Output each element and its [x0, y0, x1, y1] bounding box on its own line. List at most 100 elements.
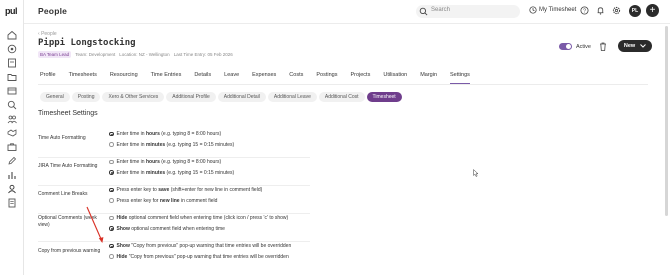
tab-profile[interactable]: Profile	[40, 70, 56, 84]
scrollbar[interactable]	[665, 26, 668, 216]
add-button[interactable]: +	[646, 4, 659, 17]
bell-icon[interactable]	[596, 6, 605, 15]
app-logo[interactable]: pul	[5, 6, 18, 16]
option-text-bold: minutes	[145, 141, 166, 148]
option-text-bold: hours	[145, 159, 160, 165]
clients-icon[interactable]	[7, 58, 17, 68]
new-button[interactable]: New	[618, 40, 652, 52]
handshake-icon[interactable]	[7, 128, 17, 138]
setting-option[interactable]: Hide "Copy from previous" pop-up warning…	[109, 254, 289, 260]
option-text-post: optional comment field when entering tim…	[129, 225, 225, 232]
reports-icon[interactable]	[7, 170, 17, 180]
setting-label: Optional Comments (week view)	[38, 215, 97, 228]
row-divider	[38, 185, 310, 186]
tab-expenses[interactable]: Expenses	[252, 70, 276, 84]
subtab-general[interactable]: General	[40, 92, 70, 102]
last-entry-text: Last Time Entry: 05 Feb 2026	[173, 52, 233, 57]
radio-button[interactable]	[109, 215, 114, 221]
subtab-additional-leave[interactable]: Additional Leave	[267, 92, 317, 102]
location-text: Location: NZ - Wellington	[119, 52, 170, 57]
tab-resourcing[interactable]: Resourcing	[110, 70, 138, 84]
radio-button[interactable]	[109, 170, 114, 175]
radio-button[interactable]	[109, 187, 114, 193]
option-text: Show "Copy from previous" pop-up warning…	[117, 243, 292, 249]
gear-icon[interactable]	[612, 6, 621, 15]
my-timesheet-button[interactable]: My Timesheet	[529, 6, 576, 14]
subtab-additional-detail[interactable]: Additional Detail	[217, 92, 266, 102]
setting-option[interactable]: Enter time in hours (e.g. typing 8 = 8:0…	[109, 159, 221, 165]
subtab-xero-other-services[interactable]: Xero & Other Services	[102, 92, 165, 102]
folder-icon[interactable]	[7, 72, 17, 82]
setting-option[interactable]: Hide optional comment field when enterin…	[109, 215, 288, 221]
option-text: Enter time in hours (e.g. typing 8 = 8:0…	[117, 131, 222, 137]
active-toggle[interactable]	[559, 43, 572, 50]
option-text-bold: Hide	[116, 215, 128, 221]
documents-icon[interactable]	[7, 198, 17, 208]
tab-timesheets[interactable]: Timesheets	[69, 70, 97, 84]
option-text-post: (shift+enter for new line in comment fie…	[169, 187, 263, 193]
option-text-post: (e.g. typing 8 = 8:00 hours)	[159, 159, 222, 165]
edit-icon[interactable]	[7, 156, 17, 166]
tab-projects[interactable]: Projects	[350, 70, 370, 84]
people-icon[interactable]	[7, 184, 17, 194]
mouse-cursor-icon	[473, 169, 479, 177]
setting-option[interactable]: Enter time in hours (e.g. typing 8 = 8:0…	[109, 131, 221, 137]
settings-section-title: Timesheet Settings	[38, 110, 98, 117]
option-text-pre: Press enter key for	[116, 197, 160, 204]
radio-button[interactable]	[109, 142, 114, 147]
setting-option[interactable]: Enter time in minutes (e.g. typing 15 = …	[109, 170, 234, 176]
subtab-posting[interactable]: Posting	[71, 92, 101, 102]
option-text: Press enter key to save (shift+enter for…	[117, 187, 263, 193]
search-icon	[419, 7, 428, 16]
tab-utilisation[interactable]: Utilisation	[383, 70, 407, 84]
setting-option[interactable]: Press enter key for new line in comment …	[109, 198, 217, 204]
tab-postings[interactable]: Postings	[316, 70, 337, 84]
radio-button[interactable]	[109, 254, 114, 259]
subtab-additional-cost[interactable]: Additional Cost	[318, 92, 365, 102]
trash-icon[interactable]	[599, 42, 607, 51]
search-placeholder: Search	[431, 7, 451, 13]
svg-text:?: ?	[583, 8, 586, 14]
tab-time-entries[interactable]: Time Entries	[151, 70, 182, 84]
people-group-icon[interactable]	[7, 114, 17, 124]
invoice-icon[interactable]	[7, 86, 17, 96]
setting-label: Copy from previous warning	[38, 248, 101, 254]
option-text-bold: minutes	[145, 169, 166, 176]
setting-label: Comment Line Breaks	[38, 191, 88, 197]
option-text-post: (e.g. typing 15 = 0:15 minutes)	[165, 141, 235, 148]
avatar[interactable]: PL	[629, 5, 641, 17]
setting-option[interactable]: Show optional comment field when enterin…	[109, 226, 225, 232]
radio-button[interactable]	[109, 198, 114, 203]
tab-margin[interactable]: Margin	[420, 70, 437, 84]
radio-button[interactable]	[109, 226, 114, 231]
breadcrumb[interactable]: ‹ People	[38, 31, 57, 37]
option-text: Press enter key for new line in comment …	[117, 198, 218, 204]
search-input[interactable]: Search	[416, 5, 520, 18]
tab-costs[interactable]: Costs	[289, 70, 303, 84]
subtab-timesheet[interactable]: Timesheet	[366, 92, 402, 102]
subtab-additional-profile[interactable]: Additional Profile	[166, 92, 216, 102]
search-nav-icon[interactable]	[7, 100, 17, 110]
row-divider	[38, 213, 310, 214]
tab-details[interactable]: Details	[194, 70, 211, 84]
option-text-pre: Enter time in	[116, 141, 146, 148]
main-tabs: Profile Timesheets Resourcing Time Entries D…	[40, 70, 483, 84]
setting-option[interactable]: Show "Copy from previous" pop-up warning…	[109, 243, 291, 249]
tab-leave[interactable]: Leave	[224, 70, 239, 84]
setting-label: Time Auto Formatting	[38, 135, 86, 141]
radio-button[interactable]	[109, 159, 114, 165]
help-icon[interactable]: ?	[580, 6, 589, 15]
dashboard-icon[interactable]	[7, 44, 17, 54]
home-icon[interactable]	[7, 30, 17, 40]
option-text-pre: Enter time in	[116, 169, 146, 176]
radio-button[interactable]	[109, 131, 114, 137]
radio-button[interactable]	[109, 243, 114, 249]
tab-settings[interactable]: Settings	[450, 70, 470, 84]
setting-option[interactable]: Press enter key to save (shift+enter for…	[109, 187, 262, 193]
option-text-post: "Copy from previous" pop-up warning that…	[127, 253, 289, 260]
setting-option[interactable]: Enter time in minutes (e.g. typing 15 = …	[109, 142, 234, 148]
breadcrumb-people[interactable]: People	[41, 31, 57, 37]
briefcase-icon[interactable]	[7, 142, 17, 152]
section-title: People	[38, 6, 68, 16]
chevron-down-icon	[640, 44, 647, 48]
